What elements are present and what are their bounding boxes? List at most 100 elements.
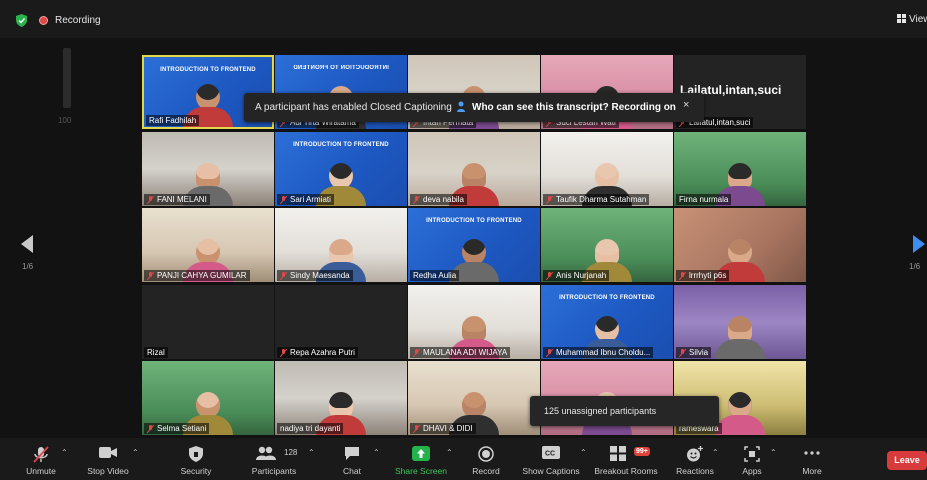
muted-mic-icon: [413, 195, 420, 204]
participant-tile[interactable]: lrrrhyti p6s: [674, 208, 806, 282]
more-dots-icon: [804, 451, 820, 455]
participant-name: Anis Nurjanah: [556, 271, 607, 280]
view-label: View: [909, 14, 927, 25]
reactions-button[interactable]: Reactions: [674, 438, 716, 480]
show-captions-button[interactable]: CC Show Captions: [520, 438, 582, 480]
recording-label[interactable]: Recording: [55, 15, 101, 26]
participant-name-tag: Repa Azahra Putri: [277, 347, 358, 358]
participant-tile[interactable]: Sindy Maesanda: [275, 208, 407, 282]
participant-tile[interactable]: MAULANA ADI WIJAYA: [408, 285, 540, 359]
participant-tile[interactable]: deva nabila: [408, 132, 540, 206]
reactions-label: Reactions: [676, 466, 714, 476]
participants-icon: [256, 446, 276, 460]
closed-captions-icon: CC: [542, 446, 560, 459]
more-button[interactable]: More: [796, 438, 828, 480]
slide-title: INTRODUCTION TO FRONTEND: [559, 295, 655, 301]
participants-button[interactable]: 128 Participants: [246, 438, 302, 480]
record-label: Record: [472, 466, 500, 476]
participant-name-tag: Redha Aulia: [410, 270, 460, 281]
participant-name: lrrrhyti p6s: [689, 271, 727, 280]
captions-options-chevron-icon[interactable]: ⌃: [580, 448, 587, 457]
chat-button[interactable]: Chat: [334, 438, 370, 480]
participant-name: DHAVI & DIDI: [423, 424, 473, 433]
participant-video-figure: [715, 392, 765, 435]
participant-name: Muhammad Ibnu Choldu...: [556, 348, 651, 357]
leave-button[interactable]: Leave: [887, 451, 927, 470]
participant-name: Sindy Maesanda: [290, 271, 350, 280]
muted-mic-icon: [147, 271, 154, 280]
next-page-indicator: 1/6: [909, 262, 921, 271]
participant-tile[interactable]: PANJI CAHYA GUMILAR: [142, 208, 274, 282]
breakout-rooms-badge: 99+: [634, 447, 650, 456]
security-label: Security: [180, 466, 212, 476]
record-button[interactable]: Record: [466, 438, 506, 480]
participant-tile[interactable]: Repa Azahra Putri: [275, 285, 407, 359]
record-icon: [478, 446, 494, 462]
participant-name: Sari Armiati: [290, 195, 331, 204]
participant-name-tag: lrrrhyti p6s: [676, 270, 730, 281]
recording-dot-icon: [39, 16, 48, 25]
security-button[interactable]: Security: [174, 438, 218, 480]
share-screen-button[interactable]: Share Screen: [394, 438, 448, 480]
apps-icon: [744, 446, 760, 462]
shield-icon: [16, 14, 27, 27]
participant-name: Rizal: [147, 348, 165, 357]
muted-mic-icon: [546, 271, 553, 280]
muted-mic-icon: [546, 348, 553, 357]
participant-tile[interactable]: INTRODUCTION TO FRONTEND Muhammad Ibnu Ch…: [541, 285, 673, 359]
audio-options-chevron-icon[interactable]: ⌃: [61, 448, 68, 457]
participant-name-tag: Selma Setiani: [144, 423, 210, 434]
breakout-rooms-button[interactable]: 99+ Breakout Rooms: [592, 438, 660, 480]
transcript-visibility-link[interactable]: Who can see this transcript? Recording o…: [472, 102, 676, 113]
apps-label: Apps: [742, 466, 762, 476]
volume-indicator: [63, 48, 71, 108]
participant-name: Selma Setiani: [157, 424, 207, 433]
participant-name-tag: Sari Armiati: [277, 194, 334, 205]
apps-options-chevron-icon[interactable]: ⌃: [770, 448, 777, 457]
participant-tile[interactable]: Silvia: [674, 285, 806, 359]
unmute-button[interactable]: Unmute: [18, 438, 64, 480]
chat-options-chevron-icon[interactable]: ⌃: [373, 448, 380, 457]
participant-tile[interactable]: nadiya tri dayanti: [275, 361, 407, 435]
view-button[interactable]: View: [897, 14, 927, 25]
participant-tile[interactable]: Rizal: [142, 285, 274, 359]
participant-tile[interactable]: Anis Nurjanah: [541, 208, 673, 282]
apps-button[interactable]: Apps: [736, 438, 768, 480]
chat-label: Chat: [343, 466, 361, 476]
muted-mic-icon: [413, 348, 420, 357]
muted-mic-icon: [280, 195, 287, 204]
participant-tile[interactable]: DHAVI & DIDI: [408, 361, 540, 435]
participant-tile[interactable]: Selma Setiani: [142, 361, 274, 435]
participant-name: Rafi Fadhilah: [149, 116, 197, 125]
participant-tile[interactable]: INTRODUCTION TO FRONTEND Redha Aulia: [408, 208, 540, 282]
participant-name-tag: nadiya tri dayanti: [277, 423, 344, 434]
participant-name: Firna nurmala: [679, 195, 729, 204]
muted-mic-icon: [147, 424, 154, 433]
participant-tile[interactable]: FANI MELANI: [142, 132, 274, 206]
participant-name: PANJI CAHYA GUMILAR: [157, 271, 247, 280]
previous-page-arrow-icon[interactable]: [20, 234, 34, 254]
video-options-chevron-icon[interactable]: ⌃: [132, 448, 139, 457]
reactions-options-chevron-icon[interactable]: ⌃: [712, 448, 719, 457]
participant-name-tag: Muhammad Ibnu Choldu...: [543, 347, 654, 358]
breakout-rooms-label: Breakout Rooms: [594, 466, 658, 476]
participant-tile[interactable]: Firna nurmala: [674, 132, 806, 206]
participant-name-tag: Silvia: [676, 347, 712, 358]
participant-name: MAULANA ADI WIJAYA: [423, 348, 508, 357]
chat-bubble-icon: [345, 447, 359, 460]
muted-mic-icon: [147, 195, 154, 204]
participant-tile[interactable]: INTRODUCTION TO FRONTEND Sari Armiati: [275, 132, 407, 206]
slide-title: INTRODUCTION TO FRONTEND: [426, 218, 522, 224]
svg-text:CC: CC: [545, 451, 555, 458]
next-page-arrow-icon[interactable]: [912, 234, 926, 254]
participants-options-chevron-icon[interactable]: ⌃: [308, 448, 315, 457]
security-shield-icon: [189, 446, 203, 462]
stop-video-label: Stop Video: [87, 466, 129, 476]
more-label: More: [802, 466, 822, 476]
share-options-chevron-icon[interactable]: ⌃: [446, 448, 453, 457]
stop-video-button[interactable]: Stop Video: [82, 438, 134, 480]
participant-tile[interactable]: Taufik Dharma Sutahman: [541, 132, 673, 206]
show-captions-label: Show Captions: [522, 466, 580, 476]
unassigned-participants-popover[interactable]: 125 unassigned participants: [530, 396, 719, 426]
close-notification-icon[interactable]: ×: [683, 99, 689, 111]
